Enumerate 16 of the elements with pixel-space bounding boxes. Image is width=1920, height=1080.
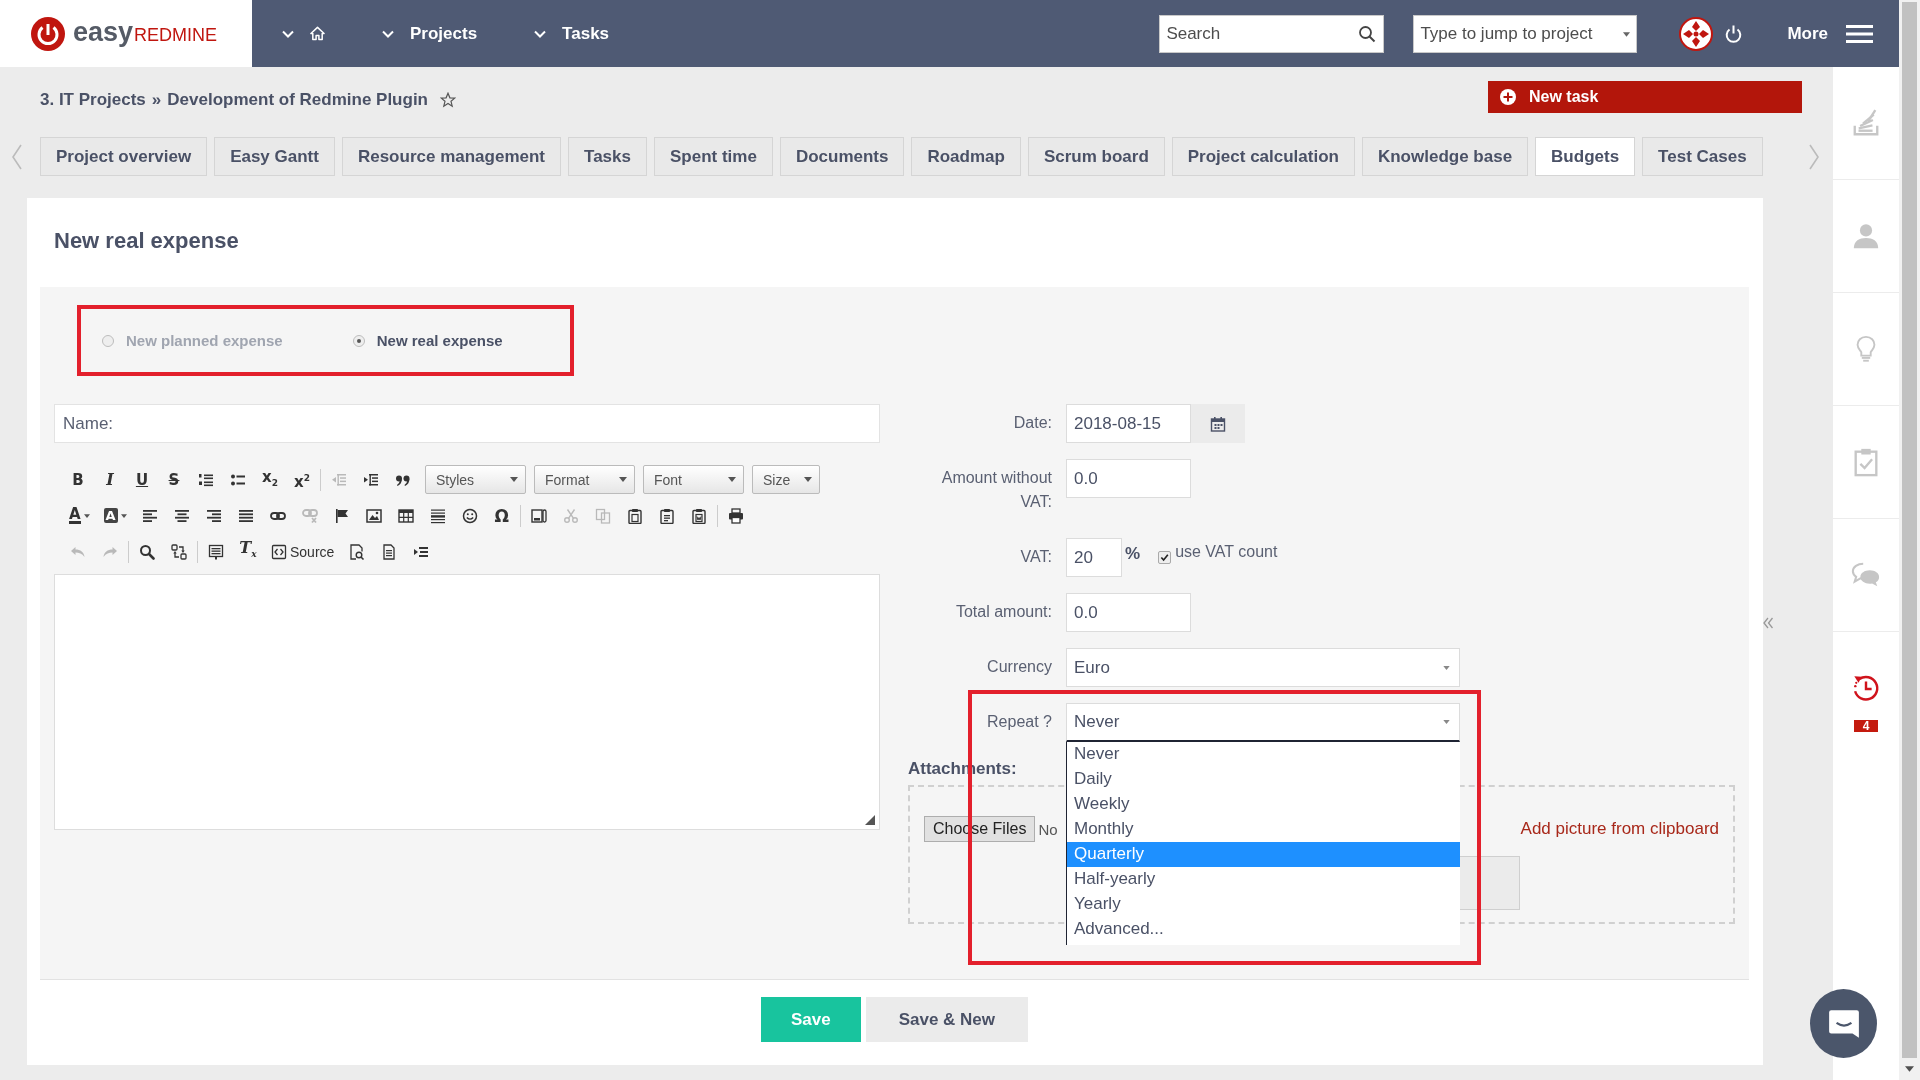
radio-label: New real expense bbox=[376, 332, 503, 349]
field-label: VAT: bbox=[1019, 547, 1052, 567]
breadcrumb-current: Development of Redmine Plugin bbox=[167, 90, 428, 110]
field-label: Date: bbox=[1012, 413, 1052, 433]
field-label: Repeat ? bbox=[986, 712, 1052, 732]
unit-label: % bbox=[1125, 544, 1141, 564]
checkbox-label: use VAT count bbox=[1175, 543, 1278, 561]
notification-badge: 4 bbox=[1853, 720, 1879, 732]
field-label: Amount without VAT: bbox=[940, 468, 1052, 512]
logo-text: easyREDMINE bbox=[73, 15, 218, 49]
breadcrumb-separator: » bbox=[151, 90, 162, 110]
field-label: Total amount: bbox=[954, 602, 1052, 622]
form-title: New real expense bbox=[54, 227, 240, 255]
field-label: Currency bbox=[986, 657, 1052, 677]
file-status-text: No bbox=[1038, 820, 1058, 838]
radio-label: New planned expense bbox=[126, 332, 283, 349]
